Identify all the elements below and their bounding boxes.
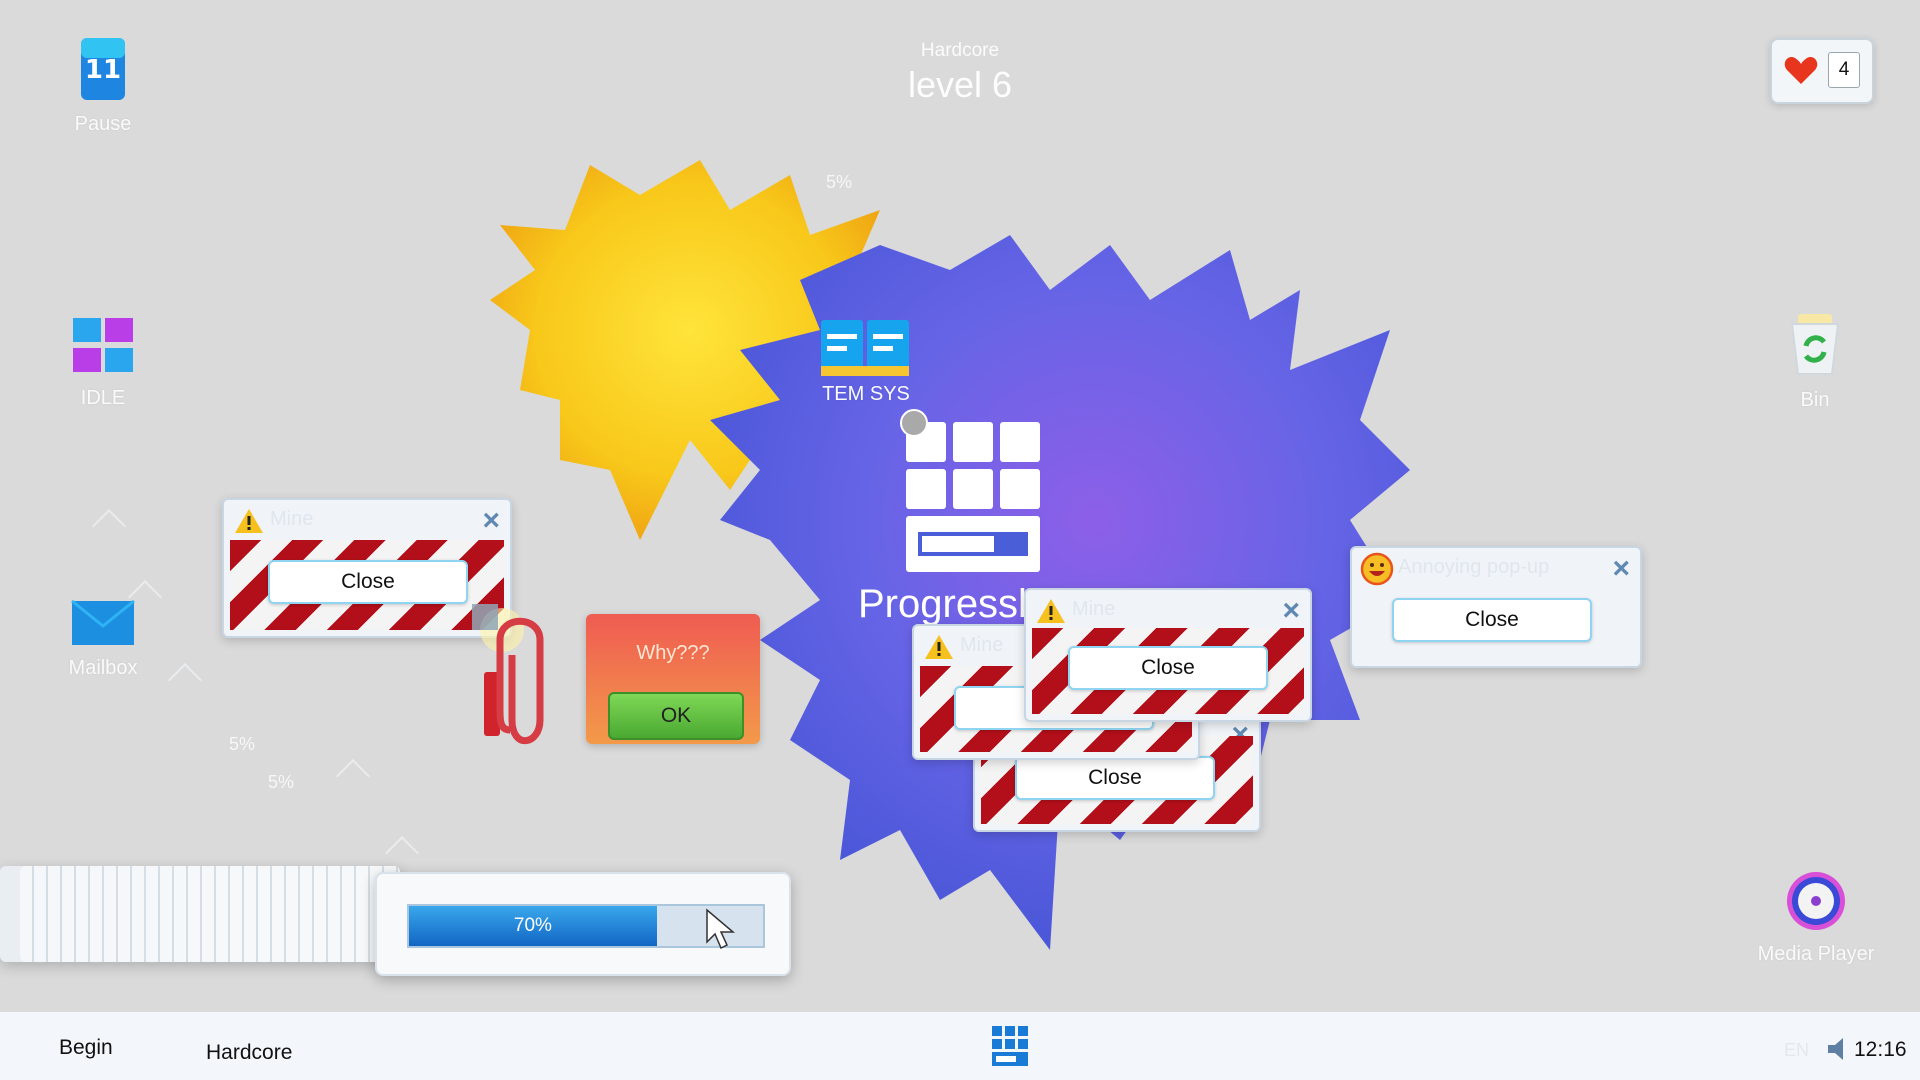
- taskbar: Begin Hardcore EN 12:16: [0, 1012, 1920, 1080]
- warning-icon: [1037, 599, 1065, 623]
- mine-popup: Mine × Close: [1024, 588, 1312, 722]
- game-mode-label: Hardcore: [920, 40, 1000, 61]
- window-trail: [0, 840, 400, 986]
- progress-label: 70%: [513, 915, 552, 936]
- why-popup: Why??? OK: [586, 614, 760, 744]
- tem-sys-label: TEM SYS: [822, 383, 910, 405]
- close-button[interactable]: Close: [1015, 756, 1215, 800]
- heart-icon: [1784, 57, 1818, 84]
- lives-count: 4: [1828, 52, 1860, 88]
- popup-title: Mine: [1072, 598, 1116, 620]
- close-icon[interactable]: ×: [1282, 596, 1300, 626]
- popup-title: Why???: [636, 642, 710, 664]
- close-button[interactable]: Close: [268, 560, 468, 604]
- pause-label: Pause: [74, 113, 132, 135]
- media-player-label: Media Player: [1757, 943, 1875, 965]
- recycle-bin-icon: [1790, 314, 1840, 375]
- ok-button[interactable]: OK: [608, 692, 744, 740]
- mailbox-desktop-icon[interactable]: Mailbox: [33, 599, 173, 680]
- disc-icon: [1787, 872, 1845, 930]
- pause-desktop-icon[interactable]: 11 Pause: [33, 36, 173, 136]
- popup-title: Mine: [960, 634, 1004, 656]
- svg-text:11: 11: [85, 55, 121, 85]
- close-button[interactable]: Close: [1068, 646, 1268, 690]
- smiley-icon: [1360, 552, 1394, 586]
- media-player-desktop-icon[interactable]: Media Player: [1746, 870, 1886, 966]
- progressbar-logo: [906, 422, 1044, 574]
- mine-popup: Mine × Close: [222, 498, 512, 638]
- idle-icon: [73, 318, 133, 372]
- language-indicator[interactable]: EN: [1784, 1040, 1809, 1061]
- idle-label: IDLE: [80, 387, 126, 409]
- popup-title: Mine: [270, 508, 314, 530]
- warning-icon: [235, 509, 263, 533]
- notebook-icon: [821, 320, 909, 376]
- floating-percent: 5%: [229, 734, 256, 754]
- tem-sys-desktop-icon[interactable]: TEM SYS: [796, 314, 936, 406]
- pause-icon: 11: [81, 38, 125, 100]
- paperclip-icon: [472, 604, 544, 745]
- annoying-popup: Annoying pop-up × Close: [1350, 546, 1642, 668]
- speaker-icon[interactable]: [1826, 1036, 1852, 1062]
- bin-desktop-icon[interactable]: Bin: [1745, 312, 1885, 412]
- level-title: level 6: [907, 64, 1013, 105]
- close-icon[interactable]: ×: [1612, 554, 1630, 584]
- popup-title: Annoying pop-up: [1398, 556, 1550, 578]
- bin-label: Bin: [1800, 389, 1830, 411]
- floating-percent: 5%: [268, 772, 295, 792]
- taskbar-mode-label: Hardcore: [206, 1041, 293, 1064]
- ball-icon: [900, 409, 928, 437]
- clock: 12:16: [1854, 1038, 1907, 1061]
- cursor-icon: [706, 908, 736, 950]
- idle-desktop-icon[interactable]: IDLE: [33, 316, 173, 410]
- floating-percent: 5%: [826, 172, 853, 192]
- dynamite-clip[interactable]: [470, 600, 570, 750]
- start-logo-icon[interactable]: [990, 1024, 1030, 1068]
- lives-counter: 4: [1770, 38, 1874, 104]
- begin-button[interactable]: Begin: [59, 1036, 113, 1060]
- mail-icon: [71, 599, 135, 645]
- progress-panel[interactable]: 70%: [375, 872, 791, 976]
- logo-grid-icon: [906, 422, 1040, 572]
- close-button[interactable]: Close: [1392, 598, 1592, 642]
- warning-icon: [925, 635, 953, 659]
- close-icon[interactable]: ×: [482, 506, 500, 536]
- mailbox-label: Mailbox: [68, 657, 138, 679]
